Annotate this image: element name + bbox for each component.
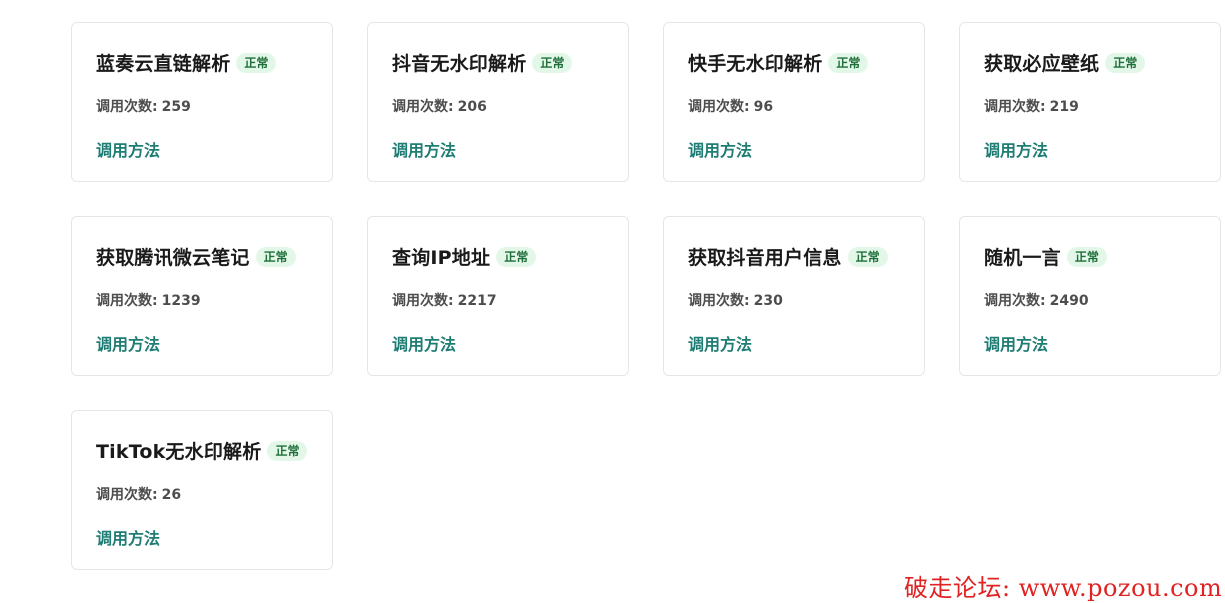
api-card-bing-wallpaper: 获取必应壁纸 正常 调用次数: 219 调用方法 — [959, 22, 1221, 182]
call-count-value: 1239 — [161, 293, 201, 309]
usage-link[interactable]: 调用方法 — [688, 137, 752, 161]
call-count: 调用次数: 96 — [688, 96, 773, 116]
usage-link[interactable]: 调用方法 — [392, 137, 456, 161]
status-badge: 正常 — [496, 246, 537, 267]
call-count-label: 调用次数: — [96, 293, 158, 309]
call-count: 调用次数: 206 — [392, 96, 487, 116]
call-count-label: 调用次数: — [392, 99, 454, 115]
card-title: 获取腾讯微云笔记 — [96, 247, 250, 269]
usage-link[interactable]: 调用方法 — [688, 331, 752, 355]
call-count: 调用次数: 2217 — [392, 290, 497, 310]
usage-link[interactable]: 调用方法 — [96, 137, 160, 161]
card-title: 查询IP地址 — [392, 247, 491, 269]
status-badge: 正常 — [1066, 246, 1107, 267]
call-count-value: 2490 — [1049, 293, 1089, 309]
card-header: 获取抖音用户信息 正常 — [688, 243, 888, 270]
call-count-value: 206 — [457, 99, 487, 115]
api-card-douyin-user: 获取抖音用户信息 正常 调用次数: 230 调用方法 — [663, 216, 925, 376]
call-count-value: 219 — [1049, 99, 1079, 115]
call-count-value: 26 — [161, 487, 182, 503]
card-header: 随机一言 正常 — [984, 243, 1107, 270]
call-count-value: 259 — [161, 99, 191, 115]
call-count-value: 96 — [753, 99, 774, 115]
call-count: 调用次数: 219 — [984, 96, 1079, 116]
call-count-label: 调用次数: — [984, 99, 1046, 115]
card-title: 获取抖音用户信息 — [688, 247, 842, 269]
api-card-random-quote: 随机一言 正常 调用次数: 2490 调用方法 — [959, 216, 1221, 376]
card-header: 获取腾讯微云笔记 正常 — [96, 243, 296, 270]
call-count: 调用次数: 230 — [688, 290, 783, 310]
call-count-label: 调用次数: — [96, 99, 158, 115]
card-header: 蓝奏云直链解析 正常 — [96, 49, 277, 76]
forum-watermark: 破走论坛: www.pozou.com — [904, 574, 1223, 602]
api-card-ip-lookup: 查询IP地址 正常 调用次数: 2217 调用方法 — [367, 216, 629, 376]
card-header: 获取必应壁纸 正常 — [984, 49, 1146, 76]
api-card-lanzou: 蓝奏云直链解析 正常 调用次数: 259 调用方法 — [71, 22, 333, 182]
card-title: 获取必应壁纸 — [984, 53, 1100, 75]
call-count-label: 调用次数: — [984, 293, 1046, 309]
card-header: 快手无水印解析 正常 — [688, 49, 869, 76]
call-count: 调用次数: 2490 — [984, 290, 1089, 310]
status-badge: 正常 — [1105, 52, 1146, 73]
call-count-value: 2217 — [457, 293, 497, 309]
call-count-label: 调用次数: — [392, 293, 454, 309]
api-card-kuaishou-nowatermark: 快手无水印解析 正常 调用次数: 96 调用方法 — [663, 22, 925, 182]
usage-link[interactable]: 调用方法 — [392, 331, 456, 355]
status-badge: 正常 — [255, 246, 296, 267]
api-card-weiyun-notes: 获取腾讯微云笔记 正常 调用次数: 1239 调用方法 — [71, 216, 333, 376]
status-badge: 正常 — [532, 52, 573, 73]
api-card-tiktok-nowatermark: TikTok无水印解析 正常 调用次数: 26 调用方法 — [71, 410, 333, 570]
call-count: 调用次数: 26 — [96, 484, 181, 504]
usage-link[interactable]: 调用方法 — [96, 331, 160, 355]
card-header: TikTok无水印解析 正常 — [96, 437, 308, 464]
card-title: 随机一言 — [984, 247, 1061, 269]
call-count: 调用次数: 259 — [96, 96, 191, 116]
usage-link[interactable]: 调用方法 — [984, 137, 1048, 161]
status-badge: 正常 — [236, 52, 277, 73]
status-badge: 正常 — [267, 440, 308, 461]
status-badge: 正常 — [847, 246, 888, 267]
card-title: 快手无水印解析 — [688, 53, 823, 75]
call-count-value: 230 — [753, 293, 783, 309]
card-header: 抖音无水印解析 正常 — [392, 49, 573, 76]
card-title: 抖音无水印解析 — [392, 53, 527, 75]
card-title: 蓝奏云直链解析 — [96, 53, 231, 75]
usage-link[interactable]: 调用方法 — [96, 525, 160, 549]
call-count-label: 调用次数: — [688, 293, 750, 309]
usage-link[interactable]: 调用方法 — [984, 331, 1048, 355]
card-header: 查询IP地址 正常 — [392, 243, 537, 270]
status-badge: 正常 — [828, 52, 869, 73]
call-count: 调用次数: 1239 — [96, 290, 201, 310]
call-count-label: 调用次数: — [688, 99, 750, 115]
api-card-douyin-nowatermark: 抖音无水印解析 正常 调用次数: 206 调用方法 — [367, 22, 629, 182]
card-title: TikTok无水印解析 — [96, 441, 262, 463]
call-count-label: 调用次数: — [96, 487, 158, 503]
